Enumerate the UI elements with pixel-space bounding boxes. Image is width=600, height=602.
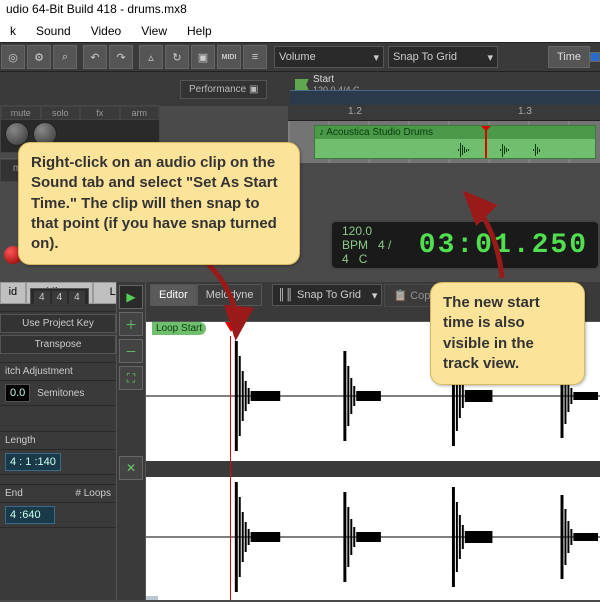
key-display[interactable]: C — [359, 252, 368, 266]
mute-button[interactable]: mute — [1, 106, 41, 120]
window-title: udio 64-Bit Build 418 - drums.mx8 — [0, 0, 600, 20]
audio-clip[interactable]: ♪ Acoustica Studio Drums — [314, 125, 596, 159]
semitones-label: Semitones — [37, 388, 84, 399]
menu-help[interactable]: Help — [177, 22, 222, 40]
caret-down-icon: ▾ — [487, 51, 493, 64]
menu-sound[interactable]: Sound — [26, 22, 81, 40]
zoom-out-button[interactable]: － — [119, 339, 143, 363]
redo-button[interactable]: ↷ — [109, 45, 133, 69]
metronome-icon[interactable]: ▵ — [139, 45, 163, 69]
solo-button[interactable]: solo — [41, 106, 81, 120]
clip-properties-panel: Use Project Key Transpose itch Adjustmen… — [0, 304, 116, 600]
zoom-in-button[interactable]: ＋ — [119, 312, 143, 336]
loops-label: # Loops — [75, 488, 111, 499]
settings-button[interactable]: ✕ — [119, 456, 143, 480]
musical-note-icon: ♪ — [319, 127, 324, 138]
arm-button[interactable]: arm — [120, 106, 160, 120]
menu-view[interactable]: View — [131, 22, 177, 40]
clip-waveform — [318, 141, 592, 159]
undo-button[interactable]: ↶ — [83, 45, 107, 69]
tab-editor[interactable]: Editor — [150, 284, 197, 306]
beats-button[interactable] — [590, 52, 600, 62]
annotation-2: The new start time is also visible in th… — [430, 282, 585, 385]
editor-playhead[interactable] — [230, 336, 231, 600]
play-button[interactable]: ▶ — [119, 285, 143, 309]
bpm-display[interactable]: 120.0 BPM — [342, 224, 372, 252]
search-icon[interactable]: ⌕ — [53, 45, 77, 69]
ruler-mark-1-2: 1.2 — [348, 106, 362, 117]
pitch-value-input[interactable]: 0.0 — [5, 384, 30, 402]
editor-side-controls: ▶ ＋ － ⛶ ✕ — [116, 282, 146, 600]
arrow-1 — [200, 256, 280, 346]
end-input[interactable]: 4 :640 — [5, 506, 55, 524]
flag-icon — [295, 79, 309, 91]
end-label: End — [5, 488, 23, 499]
performance-button[interactable]: Performance ▣ — [180, 80, 267, 99]
editor-snap-combo[interactable]: ║║ Snap To Grid ▾ — [272, 284, 382, 306]
gear-icon[interactable]: ⚙ — [27, 45, 51, 69]
sub-toolbar: Performance ▣ Start 120.0 4/4 C — [0, 72, 600, 106]
menu-bar: k Sound Video View Help — [0, 20, 600, 42]
pitch-adjustment-label: itch Adjustment — [0, 363, 116, 381]
selection-band — [146, 596, 158, 600]
caret-down-icon: ▾ — [372, 289, 378, 302]
tab-sound[interactable]: id — [0, 282, 26, 304]
zoom-fit-button[interactable]: ⛶ — [119, 366, 143, 390]
arrow-2 — [452, 186, 522, 286]
length-label: Length — [0, 432, 116, 450]
beat-val-1: 4 — [34, 291, 50, 304]
menu-video[interactable]: Video — [81, 22, 131, 40]
menu-icon[interactable]: ≡ — [243, 45, 267, 69]
track-view: 1.2 1.3 ♪ Acoustica Studio Drums — [288, 105, 600, 163]
target-icon[interactable]: ◎ — [1, 45, 25, 69]
waveform-lower — [146, 477, 600, 597]
loop-start-flag[interactable]: Loop Start — [152, 322, 206, 335]
snap-label: Snap To Grid — [393, 51, 457, 63]
beat-val-3: 4 — [69, 291, 85, 304]
loop-icon[interactable]: ↻ — [165, 45, 189, 69]
length-input[interactable]: 4 : 1 :140 — [5, 453, 61, 471]
annotation-1: Right-click on an audio clip on the Soun… — [18, 142, 300, 265]
editor-snap-label: Snap To Grid — [297, 289, 361, 301]
clip-name: Acoustica Studio Drums — [326, 127, 433, 138]
menu-track[interactable]: k — [0, 22, 26, 40]
fx-button[interactable]: fx — [80, 106, 120, 120]
main-toolbar: ◎ ⚙ ⌕ ↶ ↷ ▵ ↻ ▣ MIDI ≡ Volume ▾ Snap To G… — [0, 42, 600, 72]
timeline-ruler[interactable]: 1.2 1.3 — [288, 105, 600, 121]
punch-icon[interactable]: ▣ — [191, 45, 215, 69]
volume-label: Volume — [279, 51, 316, 63]
ruler-mark-1-3: 1.3 — [518, 106, 532, 117]
beat-val-2: 4 — [52, 291, 68, 304]
time-button[interactable]: Time — [548, 46, 590, 68]
start-label: Start — [313, 74, 360, 85]
midi-icon[interactable]: MIDI — [217, 45, 241, 69]
use-project-key-button[interactable]: Use Project Key — [0, 314, 116, 333]
caret-down-icon: ▾ — [373, 51, 379, 64]
track-lane[interactable]: ♪ Acoustica Studio Drums — [288, 121, 600, 163]
clip-start-marker[interactable] — [485, 126, 487, 158]
snap-combo[interactable]: Snap To Grid ▾ — [388, 46, 498, 68]
transpose-button[interactable]: Transpose — [0, 335, 116, 354]
volume-combo[interactable]: Volume ▾ — [274, 46, 384, 68]
